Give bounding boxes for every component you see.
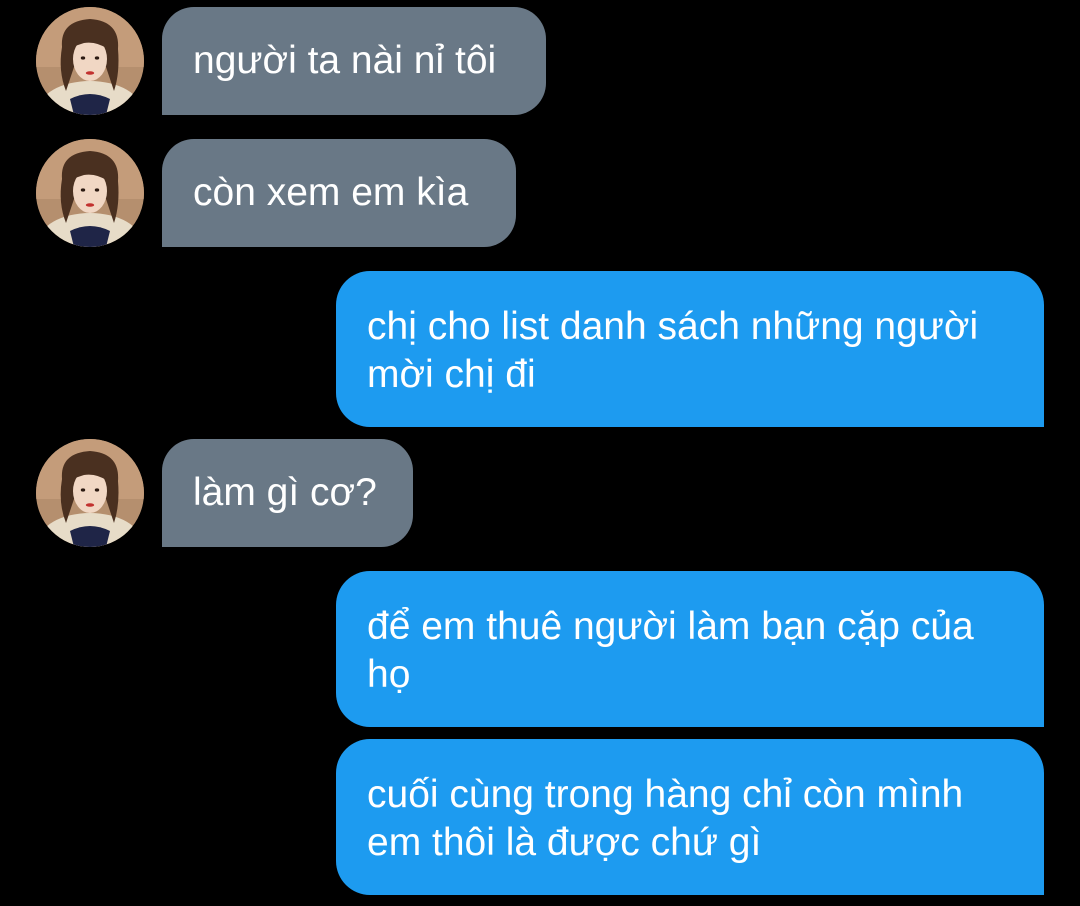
message-text: làm gì cơ? bbox=[193, 471, 377, 514]
message-outgoing[interactable]: chị cho list danh sách những người mời c… bbox=[336, 271, 1044, 427]
contact-avatar[interactable] bbox=[36, 7, 144, 115]
avatar-image bbox=[36, 7, 144, 115]
message-text: người ta nài nỉ tôi bbox=[193, 39, 497, 82]
avatar-image bbox=[36, 439, 144, 547]
message-incoming: người ta nài nỉ tôi bbox=[0, 0, 1080, 120]
message-outgoing[interactable]: cuối cùng trong hàng chỉ còn mình em thô… bbox=[336, 739, 1044, 895]
message-bubble[interactable]: người ta nài nỉ tôi bbox=[162, 7, 546, 115]
message-text: chị cho list danh sách những người mời c… bbox=[367, 305, 979, 396]
contact-avatar[interactable] bbox=[36, 439, 144, 547]
message-outgoing[interactable]: để em thuê người làm bạn cặp của họ bbox=[336, 571, 1044, 727]
message-text: cuối cùng trong hàng chỉ còn mình em thô… bbox=[367, 773, 964, 864]
message-bubble[interactable]: còn xem em kìa bbox=[162, 139, 516, 247]
contact-avatar[interactable] bbox=[36, 139, 144, 247]
avatar-image bbox=[36, 139, 144, 247]
message-text: để em thuê người làm bạn cặp của họ bbox=[367, 605, 974, 696]
message-incoming: làm gì cơ? bbox=[0, 430, 1080, 555]
message-text: còn xem em kìa bbox=[193, 171, 469, 214]
message-bubble[interactable]: làm gì cơ? bbox=[162, 439, 413, 547]
message-incoming: còn xem em kìa bbox=[0, 130, 1080, 255]
